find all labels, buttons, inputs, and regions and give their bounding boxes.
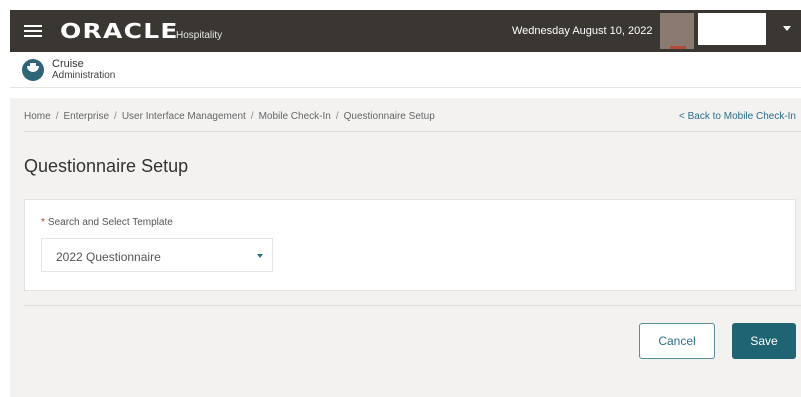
current-date: Wednesday August 10, 2022 <box>512 25 653 37</box>
required-asterisk: * <box>41 217 45 228</box>
template-select[interactable]: 2022 Questionnaire <box>41 238 273 272</box>
module-bar: Cruise Administration <box>10 52 801 88</box>
chevron-down-icon[interactable] <box>783 26 791 31</box>
divider <box>24 131 801 132</box>
page-title: Questionnaire Setup <box>24 156 189 176</box>
breadcrumb-enterprise[interactable]: Enterprise <box>63 111 109 122</box>
breadcrumb-ui-management[interactable]: User Interface Management <box>122 111 246 122</box>
breadcrumb-separator: / <box>335 111 339 122</box>
breadcrumb-separator: / <box>114 111 117 122</box>
module-title-line1: Cruise <box>52 57 84 70</box>
cruise-ship-icon <box>22 58 44 81</box>
breadcrumb: Home / Enterprise / User Interface Managemen… <box>24 111 435 122</box>
template-label-text: Search and Select Template <box>47 217 173 228</box>
main-content: Home / Enterprise / User Interface Managemen… <box>10 98 801 397</box>
save-button[interactable]: Save <box>732 323 796 359</box>
template-select-value: 2022 Questionnaire <box>56 250 161 264</box>
chevron-down-icon <box>257 254 263 258</box>
breadcrumb-home[interactable]: Home <box>24 111 51 122</box>
breadcrumb-separator: / <box>55 111 59 122</box>
user-name-box[interactable] <box>698 13 766 45</box>
oracle-logo: ORACLE Hospitality <box>60 19 222 43</box>
divider <box>24 305 801 306</box>
breadcrumb-separator: / <box>250 111 254 122</box>
template-field-label: * Search and Select Template <box>41 217 173 228</box>
hamburger-menu-icon[interactable] <box>24 24 42 38</box>
module-title: Cruise Administration <box>52 57 116 81</box>
top-header: ORACLE Hospitality Wednesday August 10, … <box>10 10 801 52</box>
template-card: * Search and Select Template 2022 Questio… <box>24 199 796 291</box>
breadcrumb-current: Questionnaire Setup <box>343 111 435 122</box>
module-title-line2: Administration <box>52 69 116 81</box>
user-avatar[interactable] <box>660 13 694 49</box>
cancel-button[interactable]: Cancel <box>639 323 715 359</box>
breadcrumb-mobile-check-in[interactable]: Mobile Check-In <box>259 111 331 122</box>
back-to-mobile-check-in-link[interactable]: < Back to Mobile Check-In <box>679 111 796 122</box>
brand-name: ORACLE <box>60 19 179 43</box>
